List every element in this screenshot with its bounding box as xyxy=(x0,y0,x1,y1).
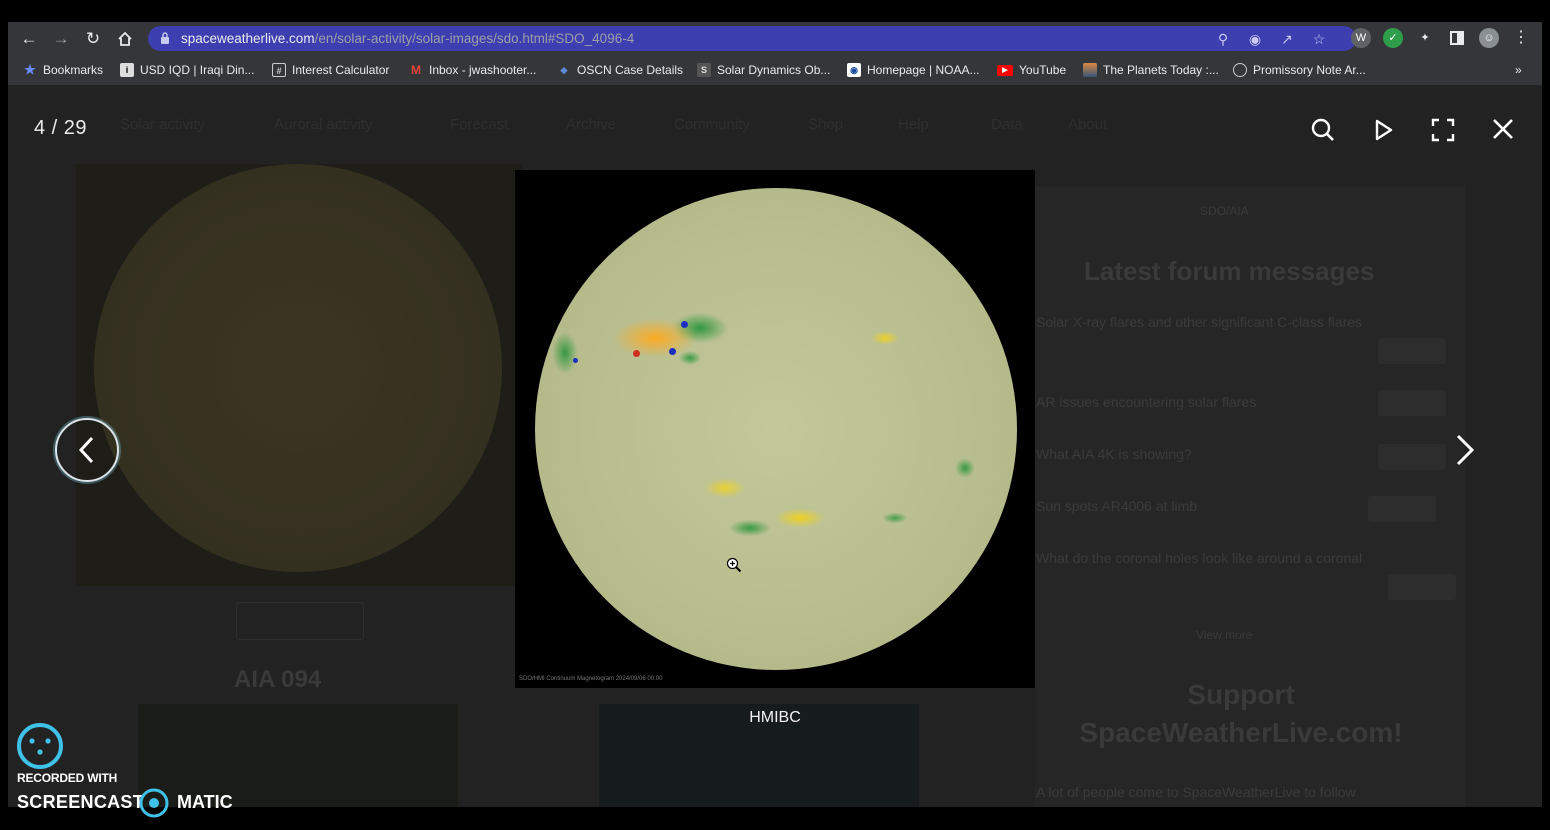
chevron-right-icon xyxy=(1456,434,1475,466)
bookmark-item[interactable]: ▶ YouTube xyxy=(997,62,1066,78)
bookmark-star-icon[interactable]: ☆ xyxy=(1310,30,1328,48)
bg-nav-item: Solar activity xyxy=(120,116,206,133)
share-icon[interactable]: ↗ xyxy=(1278,30,1296,48)
menu-kebab-icon[interactable]: ⋮ xyxy=(1511,28,1531,48)
bookmark-item[interactable]: ★ Bookmarks xyxy=(23,62,103,78)
side-panel-icon[interactable] xyxy=(1447,28,1467,48)
extensions-puzzle-icon[interactable]: ✦ xyxy=(1415,28,1435,48)
lightbox-image[interactable]: SDO/HMI Continuum Magnetogram 2024/09/06… xyxy=(515,170,1035,688)
bg-forum-badge xyxy=(1378,444,1446,470)
bookmark-item[interactable]: # Interest Calculator xyxy=(272,62,389,78)
bg-nav-item: Forecast xyxy=(450,116,509,133)
zoom-cursor-icon xyxy=(726,557,742,573)
bg-forum-item: Solar X-ray flares and other significant… xyxy=(1036,314,1363,330)
watermark-brand-text-2: MATIC xyxy=(177,792,233,812)
bg-media-buttons xyxy=(236,602,364,640)
bg-support-text: A lot of people come to SpaceWeatherLive… xyxy=(1036,784,1356,800)
sdo-favicon: S xyxy=(697,63,711,77)
page-content: Solar activity Auroral activity Forecast… xyxy=(8,86,1542,807)
bg-nav-item: Shop xyxy=(808,116,844,133)
screencastomatic-logo-icon xyxy=(17,723,63,769)
bookmark-item[interactable]: i USD IQD | Iraqi Din... xyxy=(120,62,254,78)
sun-region-dot xyxy=(573,358,578,363)
sun-region-dot xyxy=(633,350,640,357)
fullscreen-button[interactable] xyxy=(1425,113,1461,147)
youtube-favicon: ▶ xyxy=(997,64,1013,76)
search-icon xyxy=(1311,118,1334,141)
bg-forum-badge xyxy=(1378,390,1446,416)
back-icon[interactable]: ← xyxy=(18,28,40,50)
bg-forum-title: Latest forum messages xyxy=(1084,256,1375,286)
bookmark-item[interactable]: ◆ OSCN Case Details xyxy=(557,62,684,78)
globe-favicon xyxy=(1233,63,1247,77)
forward-icon[interactable]: → xyxy=(50,28,72,50)
bg-forum-item: What do the coronal holes look like arou… xyxy=(1036,550,1363,566)
bg-view-more: View more xyxy=(1196,628,1253,642)
browser-window: ← → ↻ spaceweatherlive.com/en/solar-acti… xyxy=(8,22,1542,807)
watermark-recorded-text: RECORDED WITH xyxy=(17,771,118,785)
oscn-favicon: ◆ xyxy=(560,65,568,75)
bg-forum-item: AR issues encountering solar flares xyxy=(1036,394,1257,410)
gmail-favicon: M xyxy=(411,63,421,77)
eye-off-icon[interactable]: ◉ xyxy=(1246,30,1264,48)
address-bar[interactable]: spaceweatherlive.com/en/solar-activity/s… xyxy=(148,26,1356,51)
zoom-icon[interactable]: ⚲ xyxy=(1214,30,1232,48)
bg-support-title: Support SpaceWeatherLive.com! xyxy=(1079,679,1403,748)
bg-forum-item: Sun spots AR4006 at limb xyxy=(1036,498,1198,514)
bookmarks-overflow-button[interactable]: » xyxy=(1515,62,1522,78)
noaa-favicon: ◉ xyxy=(847,63,861,77)
close-icon xyxy=(1493,119,1513,139)
bg-nav-item: Auroral activity xyxy=(274,116,373,133)
bookmark-item[interactable]: The Planets Today :... xyxy=(1083,62,1219,78)
bg-nav-item: Data xyxy=(991,116,1023,133)
play-icon xyxy=(1375,119,1393,141)
reload-icon[interactable]: ↻ xyxy=(82,28,104,50)
extension-w-icon[interactable]: W xyxy=(1351,28,1371,48)
image-credit: SDO/HMI Continuum Magnetogram 2024/09/06… xyxy=(519,676,663,682)
next-image-button[interactable] xyxy=(1448,430,1484,470)
chevron-left-icon xyxy=(78,436,94,464)
bookmark-item[interactable]: S Solar Dynamics Ob... xyxy=(697,62,830,78)
watermark-brand-text: SCREENCAST xyxy=(17,792,145,812)
bg-forum-item: What AIA 4K is showing? xyxy=(1036,446,1192,462)
planets-favicon xyxy=(1083,63,1097,77)
slideshow-play-button[interactable] xyxy=(1365,113,1401,147)
previous-image-button[interactable] xyxy=(55,418,119,482)
bg-aia-label: AIA 094 xyxy=(234,666,322,693)
extension-check-icon[interactable]: ✓ xyxy=(1383,28,1403,48)
bookmarks-bar: ★ Bookmarks i USD IQD | Iraqi Din... # Inte… xyxy=(8,55,1542,86)
calculator-favicon: # xyxy=(272,63,286,77)
zoom-search-button[interactable] xyxy=(1305,113,1341,147)
inv-favicon: i xyxy=(120,63,134,77)
sun-region-dot xyxy=(681,321,688,328)
solar-magnetogram-image xyxy=(535,188,1017,670)
fullscreen-icon xyxy=(1431,118,1455,142)
bookmark-item[interactable]: ◉ Homepage | NOAA... xyxy=(847,62,980,78)
home-icon[interactable] xyxy=(114,28,136,50)
bg-nav-item: About xyxy=(1068,116,1108,133)
bg-forum-badge xyxy=(1388,574,1456,600)
sun-region-dot xyxy=(669,348,676,355)
profile-avatar-icon[interactable]: ☺ xyxy=(1479,28,1499,48)
bg-nav-item: Community xyxy=(674,116,750,133)
close-lightbox-button[interactable] xyxy=(1485,113,1521,147)
bg-sun-image xyxy=(94,164,502,572)
star-icon: ★ xyxy=(24,62,36,77)
screencastomatic-o-icon xyxy=(139,788,169,818)
bg-forum-badge xyxy=(1378,338,1446,364)
bg-forum-badge xyxy=(1368,496,1436,522)
lock-icon[interactable] xyxy=(160,31,170,45)
bg-nav-item: Archive xyxy=(566,116,617,133)
bg-nav-item: Help xyxy=(898,116,929,133)
bg-more-link: SDO/AIA xyxy=(1200,204,1249,218)
image-counter: 4 / 29 xyxy=(34,117,88,139)
bookmark-item[interactable]: M Inbox - jwashooter... xyxy=(409,62,536,78)
url-text[interactable]: spaceweatherlive.com/en/solar-activity/s… xyxy=(181,31,634,46)
browser-toolbar: ← → ↻ spaceweatherlive.com/en/solar-acti… xyxy=(8,22,1542,55)
bookmark-item[interactable]: Promissory Note Ar... xyxy=(1233,62,1366,78)
image-caption: HMIBC xyxy=(749,709,801,726)
